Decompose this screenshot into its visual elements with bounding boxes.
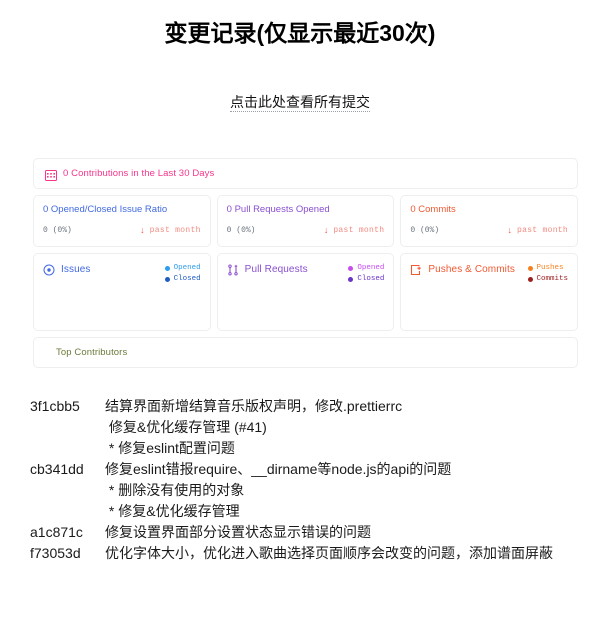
ratio-card-trend: ↓ past month bbox=[323, 225, 385, 236]
legend-item: Closed bbox=[348, 274, 384, 285]
commit-row: * 修复&优化缓存管理 bbox=[0, 501, 600, 522]
legend-item: Pushes bbox=[527, 263, 569, 274]
commit-message: * 删除没有使用的对象 bbox=[105, 482, 245, 498]
graph-card-title: Pushes & Commits bbox=[428, 263, 515, 275]
legend-item: Commits bbox=[527, 274, 569, 285]
commit-row: * 删除没有使用的对象 bbox=[0, 480, 600, 501]
legend-dot-icon bbox=[164, 266, 170, 271]
legend-label: Opened bbox=[173, 264, 201, 272]
commit-message: 优化字体大小，优化进入歌曲选择页面顺序会改变的问题，添加谱面屏蔽 bbox=[105, 545, 553, 561]
issue-opened-icon bbox=[43, 263, 55, 276]
ratio-cards-row: 0 Opened/Closed Issue Ratio 0 (0%) ↓ pas… bbox=[33, 195, 579, 247]
commit-message: * 修复eslint配置问题 bbox=[105, 440, 235, 456]
legend-dot-icon bbox=[348, 266, 354, 271]
ratio-card-pull-requests: 0 Pull Requests Opened 0 (0%) ↓ past mon… bbox=[216, 195, 395, 247]
commit-message: 结算界面新增结算音乐版权声明，修改.prettierrc bbox=[105, 398, 403, 414]
commit-hash[interactable]: f73053d bbox=[0, 543, 105, 564]
ratio-card-pull-requests-col: 0 Pull Requests Opened 0 (0%) ↓ past mon… bbox=[216, 195, 395, 247]
legend-label: Opened bbox=[357, 264, 385, 272]
ratio-card-trend: ↓ past month bbox=[140, 225, 201, 236]
ratio-card-trend-label: past month bbox=[333, 226, 385, 235]
ratio-card-issue-ratio: 0 Opened/Closed Issue Ratio 0 (0%) ↓ pas… bbox=[33, 195, 211, 247]
pull-request-icon bbox=[227, 263, 239, 276]
trend-down-arrow-icon: ↓ bbox=[140, 225, 145, 235]
graph-card-issues-col: Issues Opened Closed bbox=[33, 253, 211, 331]
graph-card-legend: Pushes Commits bbox=[527, 263, 569, 285]
all-commits-link-row: 点击此处查看所有提交 bbox=[0, 92, 600, 112]
graph-card-pull-requests-col: Pull Requests Opened Closed bbox=[216, 253, 395, 331]
commit-row: 3f1cbb5 结算界面新增结算音乐版权声明，修改.prettierrc bbox=[0, 396, 600, 417]
legend-item: Closed bbox=[164, 274, 201, 285]
commit-message: * 修复&优化缓存管理 bbox=[105, 503, 240, 519]
commit-row: * 修复eslint配置问题 bbox=[0, 438, 600, 459]
graph-card-pull-requests: Pull Requests Opened Closed bbox=[216, 253, 395, 331]
ratio-card-trend-label: past month bbox=[149, 226, 201, 235]
legend-dot-icon bbox=[527, 277, 533, 282]
ratio-card-title: 0 Pull Requests Opened bbox=[226, 204, 330, 215]
ratio-card-value: 0 (0%) bbox=[410, 226, 440, 235]
ratio-card-value: 0 (0%) bbox=[43, 226, 72, 235]
commit-row: f73053d 优化字体大小，优化进入歌曲选择页面顺序会改变的问题，添加谱面屏蔽 bbox=[0, 543, 600, 564]
legend-label: Closed bbox=[173, 275, 201, 283]
commit-row: 修复&优化缓存管理 (#41) bbox=[0, 417, 600, 438]
page-title: 变更记录(仅显示最近30次) bbox=[164, 20, 436, 46]
ratio-card-trend-label: past month bbox=[517, 226, 569, 235]
view-all-commits-link[interactable]: 点击此处查看所有提交 bbox=[230, 94, 370, 112]
legend-label: Closed bbox=[357, 275, 385, 283]
legend-dot-icon bbox=[527, 266, 533, 271]
legend-dot-icon bbox=[164, 277, 170, 282]
graph-card-legend: Opened Closed bbox=[164, 263, 201, 285]
graph-card-header: Pull Requests bbox=[227, 263, 308, 276]
push-commit-icon bbox=[410, 263, 422, 276]
graph-card-header: Issues bbox=[43, 263, 91, 276]
graph-card-pushes-commits: Pushes & Commits Pushes Commits bbox=[400, 253, 579, 331]
commit-hash[interactable]: cb341dd bbox=[0, 459, 105, 480]
legend-dot-icon bbox=[348, 277, 354, 282]
commit-row: cb341dd 修复eslint错报require、__dirname等node… bbox=[0, 459, 600, 480]
ratio-card-title: 0 Commits bbox=[410, 204, 456, 215]
ratio-card-footer: 0 (0%) ↓ past month bbox=[226, 225, 385, 236]
commit-row: a1c871c 修复设置界面部分设置状态显示错误的问题 bbox=[0, 522, 600, 543]
legend-label: Pushes bbox=[536, 264, 564, 272]
commit-log: 3f1cbb5 结算界面新增结算音乐版权声明，修改.prettierrc 修复&… bbox=[0, 396, 600, 564]
ratio-card-title: 0 Opened/Closed Issue Ratio bbox=[43, 204, 168, 215]
ratio-card-trend: ↓ past month bbox=[507, 225, 569, 236]
graph-card-title: Issues bbox=[61, 263, 91, 275]
ratio-card-value: 0 (0%) bbox=[226, 226, 256, 235]
ratio-card-footer: 0 (0%) ↓ past month bbox=[410, 225, 569, 236]
repobeats-stats-widget: 0 Contributions in the Last 30 Days 0 Op… bbox=[33, 158, 579, 368]
trend-down-arrow-icon: ↓ bbox=[323, 225, 329, 235]
graph-card-legend: Opened Closed bbox=[348, 263, 384, 285]
top-contributors-card: Top Contributors bbox=[33, 337, 578, 368]
legend-item: Opened bbox=[348, 263, 384, 274]
ratio-card-commits-col: 0 Commits 0 (0%) ↓ past month bbox=[400, 195, 579, 247]
trend-down-arrow-icon: ↓ bbox=[507, 225, 513, 235]
ratio-card-footer: 0 (0%) ↓ past month bbox=[43, 225, 201, 236]
commit-message: 修复eslint错报require、__dirname等node.js的api的… bbox=[105, 461, 452, 477]
graph-card-title: Pull Requests bbox=[244, 263, 308, 275]
commit-hash[interactable]: 3f1cbb5 bbox=[0, 396, 105, 417]
calendar-grid-icon bbox=[45, 168, 57, 181]
contributions-label: 0 Contributions in the Last 30 Days bbox=[63, 168, 215, 179]
commit-hash[interactable]: a1c871c bbox=[0, 522, 105, 543]
legend-item: Opened bbox=[164, 263, 201, 274]
graph-cards-row: Issues Opened Closed Pull Requests Opene… bbox=[33, 253, 579, 331]
commit-message: 修复&优化缓存管理 (#41) bbox=[105, 419, 267, 435]
ratio-card-commits: 0 Commits 0 (0%) ↓ past month bbox=[400, 195, 579, 247]
graph-card-pushes-commits-col: Pushes & Commits Pushes Commits bbox=[400, 253, 579, 331]
ratio-card-issue-ratio-col: 0 Opened/Closed Issue Ratio 0 (0%) ↓ pas… bbox=[33, 195, 211, 247]
commit-message: 修复设置界面部分设置状态显示错误的问题 bbox=[105, 524, 371, 540]
legend-label: Commits bbox=[536, 275, 569, 283]
graph-card-issues: Issues Opened Closed bbox=[33, 253, 211, 331]
top-contributors-label: Top Contributors bbox=[56, 347, 128, 358]
graph-card-header: Pushes & Commits bbox=[410, 263, 515, 276]
contributions-card: 0 Contributions in the Last 30 Days bbox=[33, 158, 578, 189]
